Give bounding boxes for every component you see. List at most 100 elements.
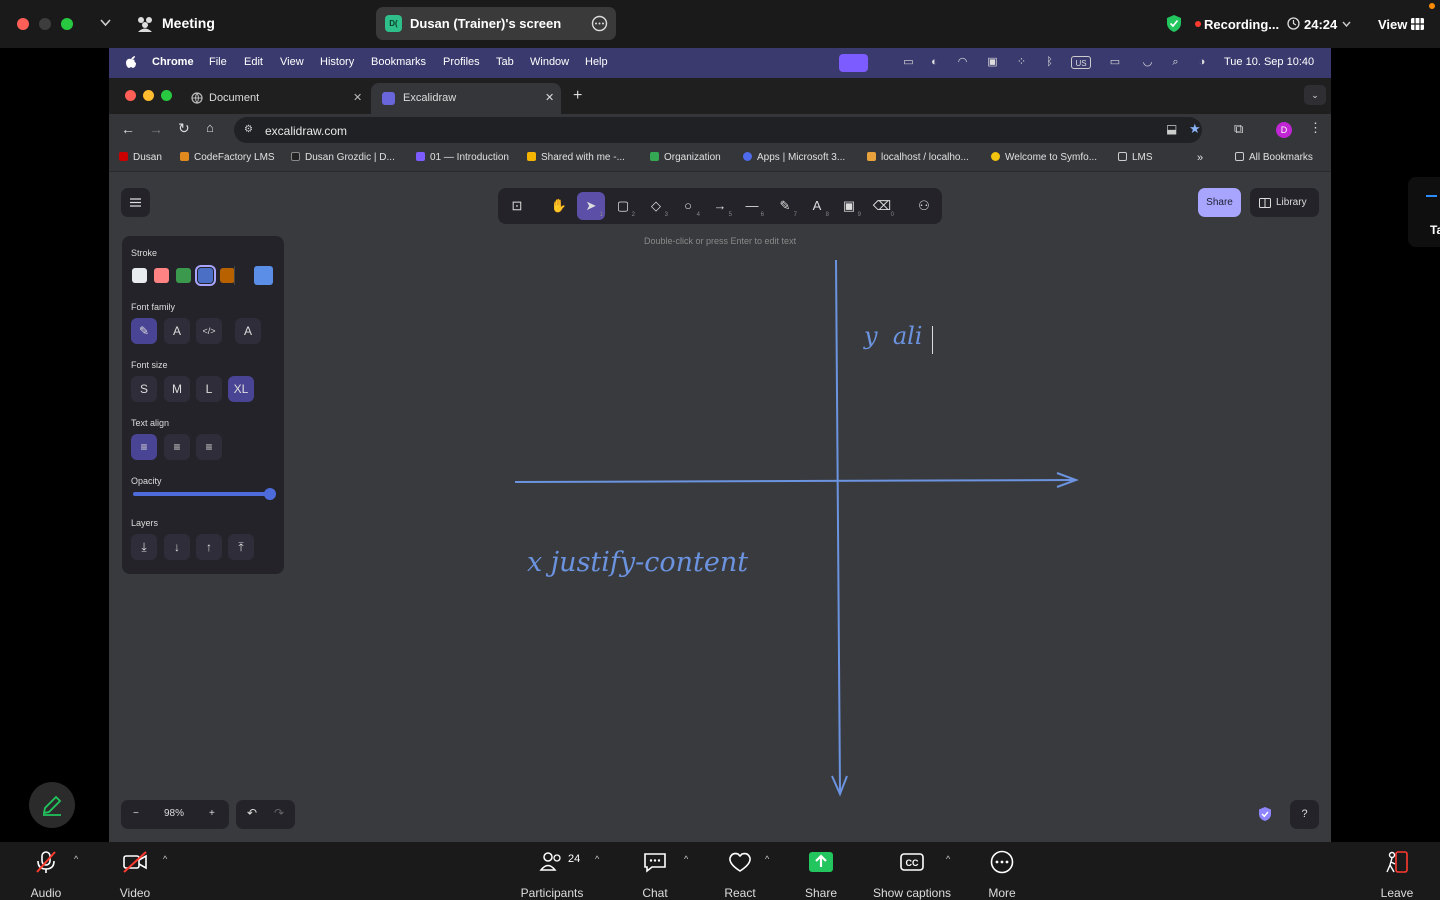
app-status-icon[interactable]: ◐ [928, 56, 941, 69]
system-clock[interactable]: Tue 10. Sep 10:40 [1224, 56, 1314, 68]
more-bookmarks-icon[interactable]: » [1197, 152, 1203, 164]
audio-label[interactable]: Audio [31, 886, 62, 900]
maximize-window-button[interactable] [61, 18, 73, 30]
chevron-up-icon[interactable]: ^ [765, 854, 769, 864]
help-icon[interactable]: ? [1290, 800, 1319, 829]
dots-icon[interactable]: ⁘ [1015, 56, 1028, 69]
bookmark-star-icon[interactable]: ★ [1189, 121, 1201, 137]
install-app-icon[interactable]: ⬓ [1166, 122, 1177, 136]
menu-edit[interactable]: Edit [244, 56, 263, 68]
display-icon[interactable]: ▭ [902, 56, 915, 69]
zoom-in-icon[interactable]: + [209, 808, 215, 819]
more-label[interactable]: More [988, 886, 1015, 900]
more-options-icon[interactable] [591, 15, 608, 32]
excalidraw-canvas[interactable]: ⊡ ✋ ➤ 1 ▢ 2 ◇ 3 ○ 4 → 5 —6 ✎ 7 A8 ▣ 9 ⌫ 0 ⚇ Doub… [109, 172, 1331, 842]
extensions-icon[interactable]: ⧉ [1234, 121, 1243, 137]
bookmark-item[interactable]: Organization [650, 152, 721, 163]
chevron-up-icon[interactable]: ^ [74, 854, 78, 864]
all-bookmarks-folder[interactable]: All Bookmarks [1235, 152, 1313, 163]
chat-label[interactable]: Chat [642, 886, 667, 900]
y-axis-label[interactable]: y ali [864, 322, 922, 350]
site-info-icon[interactable]: ⚙ [244, 124, 253, 135]
chevron-up-icon[interactable]: ^ [163, 854, 167, 864]
participants-label[interactable]: Participants [521, 886, 584, 900]
chrome-maximize-button[interactable] [161, 90, 172, 101]
screen-share-status-icon[interactable] [839, 54, 868, 72]
more-icon[interactable] [989, 850, 1015, 874]
video-muted-icon[interactable] [122, 850, 148, 874]
chrome-menu-icon[interactable]: ⋮ [1309, 120, 1322, 136]
side-panel-peek[interactable]: Ta [1408, 177, 1440, 247]
menu-tab[interactable]: Tab [496, 56, 514, 68]
menu-file[interactable]: File [209, 56, 227, 68]
headphones-icon[interactable]: ◠ [956, 56, 969, 69]
y-axis-line[interactable] [835, 259, 841, 793]
x-axis-label[interactable]: x justify-content [527, 547, 748, 578]
shield-check-icon[interactable] [1166, 14, 1182, 33]
spotlight-search-icon[interactable]: ⌕ [1169, 56, 1182, 69]
microphone-muted-icon[interactable] [33, 850, 59, 874]
home-icon[interactable]: ⌂ [206, 120, 214, 135]
profile-avatar[interactable]: D [1276, 122, 1292, 138]
menu-help[interactable]: Help [585, 56, 608, 68]
chevron-up-icon[interactable]: ^ [684, 854, 688, 864]
annotate-button[interactable] [29, 782, 75, 828]
menu-profiles[interactable]: Profiles [443, 56, 480, 68]
undo-icon[interactable]: ↶ [247, 806, 257, 820]
apple-logo-icon[interactable] [125, 55, 137, 69]
share-label[interactable]: Share [805, 886, 837, 900]
share-screen-icon[interactable] [808, 850, 834, 874]
wifi-icon[interactable]: ◡ [1141, 56, 1154, 69]
chat-icon[interactable] [642, 850, 668, 874]
view-menu-button[interactable]: View [1378, 17, 1407, 32]
captions-label[interactable]: Show captions [873, 886, 951, 900]
react-label[interactable]: React [724, 886, 755, 900]
menu-window[interactable]: Window [530, 56, 569, 68]
menu-app-chrome[interactable]: Chrome [152, 56, 194, 68]
leave-icon[interactable] [1384, 850, 1410, 874]
tab-excalidraw[interactable]: Excalidraw ✕ [371, 83, 561, 114]
keyboard-layout-icon[interactable]: US [1071, 56, 1091, 69]
bookmark-item[interactable]: Shared with me -... [527, 152, 625, 163]
video-label[interactable]: Video [120, 886, 150, 900]
battery-icon[interactable]: ▭ [1104, 56, 1126, 69]
monitor-icon[interactable]: ▣ [986, 56, 999, 69]
menu-bookmarks[interactable]: Bookmarks [371, 56, 426, 68]
chevron-up-icon[interactable]: ^ [595, 854, 599, 864]
forward-icon[interactable]: → [149, 121, 163, 137]
bookmark-item[interactable]: Welcome to Symfo... [991, 152, 1097, 163]
participants-icon[interactable] [539, 850, 565, 874]
chevron-down-icon[interactable] [1342, 21, 1351, 27]
menu-view[interactable]: View [280, 56, 304, 68]
bookmark-item[interactable]: Dusan [119, 152, 162, 163]
encryption-shield-icon[interactable] [1258, 806, 1272, 822]
meeting-timer[interactable]: 24:24 [1304, 17, 1337, 32]
bookmark-item[interactable]: CodeFactory LMS [180, 152, 275, 163]
zoom-out-icon[interactable]: − [133, 808, 139, 819]
bluetooth-icon[interactable]: ᛒ [1043, 56, 1056, 69]
grid-view-icon[interactable] [1410, 17, 1425, 31]
chrome-minimize-button[interactable] [143, 90, 154, 101]
bookmark-item[interactable]: 01 — Introduction [416, 152, 509, 163]
reload-icon[interactable]: ↻ [178, 120, 190, 137]
minimize-window-button[interactable] [39, 18, 51, 30]
heart-icon[interactable] [727, 850, 753, 874]
back-icon[interactable]: ← [121, 121, 135, 137]
chevron-down-icon[interactable] [100, 19, 111, 27]
close-window-button[interactable] [17, 18, 29, 30]
new-tab-icon[interactable]: + [573, 87, 582, 105]
control-center-icon[interactable]: ◑ [1193, 56, 1211, 69]
closed-captions-icon[interactable]: CC [899, 850, 925, 874]
address-bar[interactable]: ⚙ excalidraw.com ⬓ ★ [234, 117, 1202, 143]
x-axis-line[interactable] [514, 479, 1076, 483]
recording-status[interactable]: Recording... [1204, 17, 1279, 32]
chrome-close-button[interactable] [125, 90, 136, 101]
close-tab-icon[interactable]: ✕ [545, 83, 554, 114]
leave-label[interactable]: Leave [1381, 886, 1414, 900]
zoom-level[interactable]: 98% [164, 808, 184, 819]
tab-search-icon[interactable]: ⌄ [1304, 85, 1326, 105]
menu-history[interactable]: History [320, 56, 354, 68]
close-tab-icon[interactable]: ✕ [353, 83, 362, 114]
bookmark-item[interactable]: localhost / localho... [867, 152, 969, 163]
bookmark-item[interactable]: Dusan Grozdic | D... [291, 152, 395, 163]
